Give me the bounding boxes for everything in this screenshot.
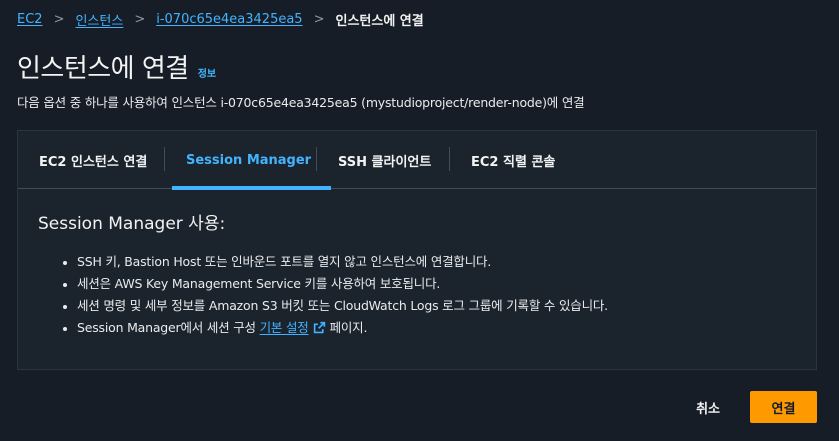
tab-session-manager[interactable]: Session Manager bbox=[171, 131, 332, 190]
breadcrumb: EC2 > 인스턴스 > i-070c65e4ea3425ea5 > 인스턴스에… bbox=[17, 9, 424, 29]
info-link[interactable]: 정보 bbox=[198, 65, 216, 80]
breadcrumb-item-ec2[interactable]: EC2 bbox=[17, 12, 43, 27]
panel-heading: Session Manager 사용: bbox=[38, 214, 226, 234]
tab-list: EC2 인스턴스 연결 Session Manager SSH 클라이언트 EC… bbox=[18, 131, 816, 190]
tab-label: SSH 클라이언트 bbox=[338, 154, 432, 170]
tab-label: Session Manager bbox=[186, 152, 312, 168]
tab-ec2-instance-connect[interactable]: EC2 인스턴스 연결 bbox=[39, 131, 147, 189]
tab-divider bbox=[316, 147, 317, 171]
chevron-right-icon: > bbox=[53, 11, 65, 27]
breadcrumb-item-instance-id[interactable]: i-070c65e4ea3425ea5 bbox=[156, 12, 302, 27]
list-item-text: Session Manager에서 세션 구성 bbox=[77, 320, 256, 335]
breadcrumb-current: 인스턴스에 연결 bbox=[335, 13, 424, 29]
tab-ec2-serial-console[interactable]: EC2 직렬 콘솔 bbox=[471, 131, 555, 189]
list-item-text: 페이지. bbox=[329, 320, 368, 335]
chevron-right-icon: > bbox=[313, 11, 325, 27]
connect-button[interactable]: 연결 bbox=[750, 391, 817, 423]
page-description: 다음 옵션 중 하나를 사용하여 인스턴스 i-070c65e4ea3425ea… bbox=[17, 95, 585, 110]
feature-list: SSH 키, Bastion Host 또는 인바운드 포트를 열지 않고 인스… bbox=[38, 251, 796, 339]
list-item: Session Manager에서 세션 구성 기본 설정 페이지. bbox=[38, 317, 796, 339]
connect-options-container: EC2 인스턴스 연결 Session Manager SSH 클라이언트 EC… bbox=[17, 130, 817, 370]
tab-label: EC2 직렬 콘솔 bbox=[471, 154, 556, 170]
session-manager-panel: Session Manager 사용: SSH 키, Bastion Host … bbox=[38, 209, 796, 339]
tab-ssh-client[interactable]: SSH 클라이언트 bbox=[338, 131, 431, 189]
tab-divider bbox=[164, 147, 165, 171]
tab-divider bbox=[449, 147, 450, 171]
form-actions: 취소 연결 bbox=[696, 391, 817, 423]
preferences-link[interactable]: 기본 설정 bbox=[260, 320, 309, 335]
page-title: 인스턴스에 연결 bbox=[17, 54, 189, 84]
cancel-button[interactable]: 취소 bbox=[696, 398, 720, 417]
external-link-icon[interactable] bbox=[313, 321, 326, 334]
list-item: 세션은 AWS Key Management Service 키를 사용하여 보… bbox=[38, 273, 796, 295]
breadcrumb-item-instances[interactable]: 인스턴스 bbox=[75, 10, 123, 29]
list-item: 세션 명령 및 세부 정보를 Amazon S3 버킷 또는 CloudWatc… bbox=[38, 295, 796, 317]
chevron-right-icon: > bbox=[134, 11, 146, 27]
list-item: SSH 키, Bastion Host 또는 인바운드 포트를 열지 않고 인스… bbox=[38, 251, 796, 273]
tab-label: EC2 인스턴스 연결 bbox=[39, 154, 148, 170]
page-header: 인스턴스에 연결 정보 bbox=[17, 48, 216, 85]
